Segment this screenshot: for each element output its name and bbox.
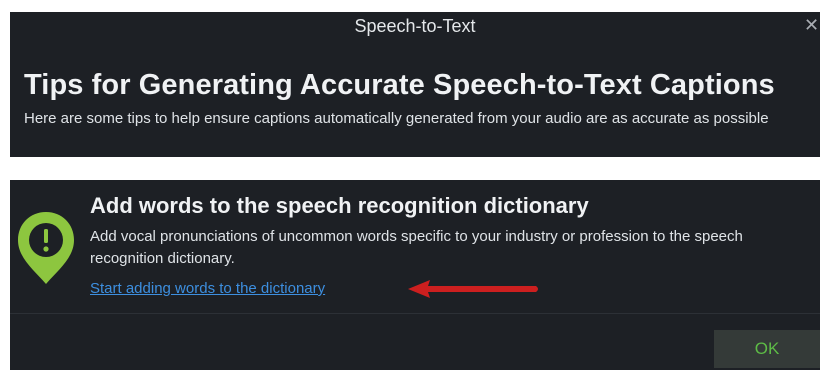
dialog-title: Speech-to-Text [354, 16, 476, 36]
red-arrow-annotation [408, 280, 538, 298]
add-words-link[interactable]: Start adding words to the dictionary [90, 278, 325, 300]
exclamation-pin-icon [18, 212, 74, 284]
dialog-header: Speech-to-Text ✕ Tips for Generating Acc… [10, 12, 820, 157]
tip-card: Add words to the speech recognition dict… [10, 180, 820, 370]
page-subtitle: Here are some tips to help ensure captio… [24, 110, 769, 127]
page-title: Tips for Generating Accurate Speech-to-T… [24, 69, 775, 101]
footer-divider [10, 313, 820, 314]
ok-button[interactable]: OK [714, 330, 820, 368]
tip-description: Add vocal pronunciations of uncommon wor… [90, 228, 743, 267]
close-icon[interactable]: ✕ [804, 16, 820, 34]
tip-heading: Add words to the speech recognition dict… [90, 193, 589, 218]
